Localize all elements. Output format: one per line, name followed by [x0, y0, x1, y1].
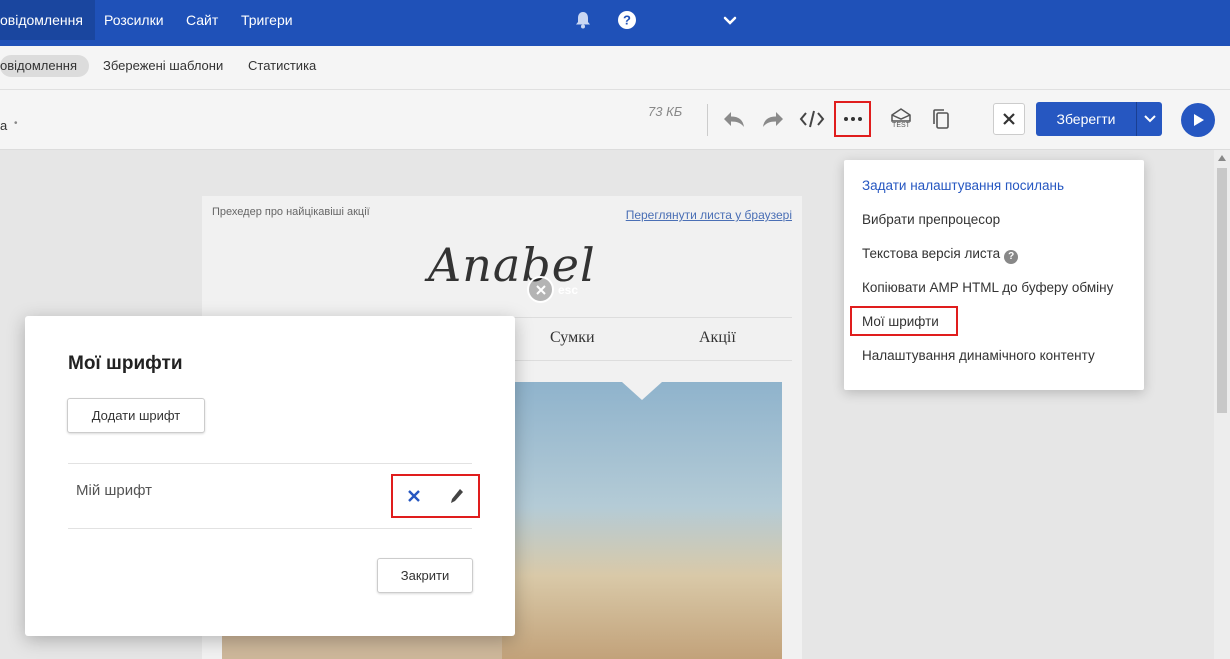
redo-button[interactable]: [758, 104, 788, 134]
close-icon: [1003, 113, 1015, 125]
esc-close-hint[interactable]: esc: [527, 276, 578, 303]
title-fragment: а: [0, 118, 8, 133]
preview-play-button[interactable]: [1181, 103, 1215, 137]
editor-toolbar: а • 73 КБ TEST Зберегти: [0, 90, 1230, 150]
test-send-button[interactable]: TEST: [886, 104, 916, 134]
redo-icon: [763, 112, 783, 127]
more-options-button[interactable]: [834, 101, 871, 137]
nav-item-triggers[interactable]: Тригери: [241, 0, 293, 40]
delete-font-button[interactable]: [407, 489, 421, 503]
scroll-up-arrow[interactable]: [1218, 155, 1226, 161]
top-navigation-bar: овідомлення Розсилки Сайт Тригери ?: [0, 0, 1230, 46]
close-modal-button[interactable]: Закрити: [377, 558, 473, 593]
envelope-test-icon: [891, 108, 911, 122]
sub-tab-label: Збережені шаблони: [103, 58, 224, 73]
menu-item-preprocessor[interactable]: Вибрати препроцесор: [862, 212, 1000, 227]
nav-item-messages[interactable]: овідомлення: [0, 0, 95, 40]
copy-icon: [933, 109, 949, 129]
bell-icon[interactable]: [573, 10, 593, 30]
undo-button[interactable]: [719, 104, 749, 134]
chevron-down-icon: [1143, 115, 1156, 123]
sub-tab-label: овідомлення: [0, 58, 77, 73]
row-divider: [68, 528, 472, 529]
more-dots-icon: [843, 117, 862, 121]
message-size: 73 КБ: [648, 104, 683, 119]
code-view-button[interactable]: [797, 104, 827, 134]
canvas-scrollbar[interactable]: [1214, 150, 1230, 659]
save-button[interactable]: Зберегти: [1036, 102, 1136, 136]
sub-tab-messages[interactable]: овідомлення: [0, 55, 89, 77]
close-icon: [535, 284, 546, 295]
undo-icon: [724, 112, 744, 127]
close-editor-button[interactable]: [993, 103, 1025, 135]
modal-title: Мої шрифти: [68, 353, 183, 374]
close-icon: [408, 490, 421, 502]
menu-item-label: Текстова версія листа: [862, 246, 1001, 261]
font-actions: [391, 474, 480, 518]
menu-item-copy-amp[interactable]: Копіювати AMP HTML до буферу обміну: [862, 280, 1113, 295]
help-circle-icon: ?: [1004, 250, 1019, 264]
sub-tab-label: Статистика: [248, 58, 317, 73]
menu-item-dynamic-content[interactable]: Налаштування динамічного контенту: [862, 348, 1095, 363]
chevron-down-icon[interactable]: [720, 10, 740, 30]
sub-tab-saved-templates[interactable]: Збережені шаблони: [103, 55, 223, 77]
status-dot: •: [14, 118, 18, 129]
menu-item-text-version[interactable]: Текстова версія листа?: [862, 246, 1019, 264]
nav-item-site[interactable]: Сайт: [186, 0, 218, 40]
play-icon: [1194, 114, 1204, 126]
esc-close-button[interactable]: [527, 276, 554, 303]
nav-item-label: овідомлення: [0, 12, 83, 28]
menu-item-link-settings[interactable]: Задати налаштування посилань: [862, 178, 1064, 193]
sub-tab-statistics[interactable]: Статистика: [248, 55, 316, 77]
nav-item-campaigns[interactable]: Розсилки: [104, 0, 164, 40]
edit-font-button[interactable]: [450, 488, 464, 504]
toolbar-divider: [707, 104, 708, 136]
menu-item-my-fonts[interactable]: Мої шрифти: [862, 314, 939, 329]
my-fonts-modal: Мої шрифти Додати шрифт Мій шрифт Закрит…: [25, 316, 515, 636]
esc-label: esc: [558, 282, 579, 297]
test-label: TEST: [892, 122, 910, 129]
save-dropdown-button[interactable]: [1136, 102, 1162, 136]
row-divider: [68, 463, 472, 464]
nav-item-label: Тригери: [241, 12, 293, 28]
pencil-icon: [450, 489, 463, 503]
scrollbar-thumb[interactable]: [1217, 168, 1227, 413]
svg-text:?: ?: [623, 13, 631, 28]
help-icon[interactable]: ?: [617, 10, 637, 30]
copy-button[interactable]: [926, 104, 956, 134]
code-icon: [799, 110, 825, 128]
nav-item-label: Сайт: [186, 12, 219, 28]
more-options-dropdown: Задати налаштування посилань Вибрати пре…: [844, 160, 1144, 390]
font-name: Мій шрифт: [76, 482, 153, 499]
add-font-button[interactable]: Додати шрифт: [67, 398, 205, 433]
nav-item-label: Розсилки: [104, 12, 164, 28]
sub-navigation-bar: овідомлення Збережені шаблони Статистика: [0, 46, 1230, 90]
